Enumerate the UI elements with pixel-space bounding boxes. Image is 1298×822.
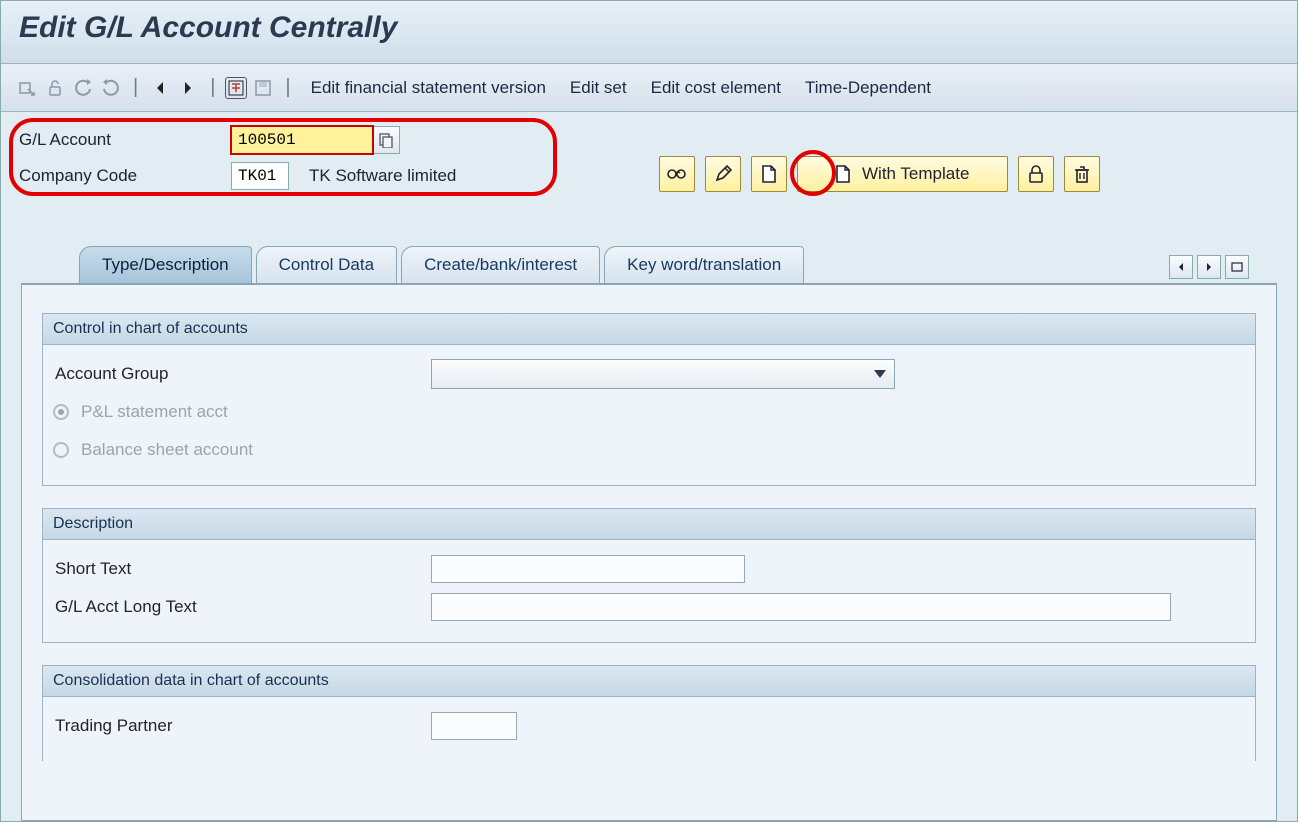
short-text-input[interactable] xyxy=(431,555,745,583)
delete-button[interactable] xyxy=(1064,156,1100,192)
with-template-label: With Template xyxy=(862,164,969,184)
tab-scroll-right[interactable] xyxy=(1197,255,1221,279)
undo-icon[interactable] xyxy=(71,76,95,100)
long-text-input[interactable] xyxy=(431,593,1171,621)
group-description: Description Short Text G/L Acct Long Tex… xyxy=(42,508,1256,643)
balance-sheet-label: Balance sheet account xyxy=(79,440,253,460)
pl-statement-label: P&L statement acct xyxy=(79,402,228,422)
change-button[interactable] xyxy=(705,156,741,192)
redo-icon[interactable] xyxy=(99,76,123,100)
display-button[interactable] xyxy=(659,156,695,192)
trading-partner-label: Trading Partner xyxy=(53,716,431,736)
gl-account-search-help[interactable] xyxy=(372,126,400,154)
balance-sheet-radio[interactable] xyxy=(53,442,69,458)
toolbar-separator: | xyxy=(204,76,221,99)
gl-account-input[interactable] xyxy=(231,126,373,154)
tab-create-bank-interest[interactable]: Create/bank/interest xyxy=(401,246,600,283)
toolbar-separator: | xyxy=(279,76,296,99)
gl-account-label: G/L Account xyxy=(19,130,231,150)
group-title-consolidation: Consolidation data in chart of accounts xyxy=(43,666,1255,697)
tab-control-data[interactable]: Control Data xyxy=(256,246,397,283)
group-control-chart: Control in chart of accounts Account Gro… xyxy=(42,313,1256,486)
titlebar: Edit G/L Account Centrally xyxy=(1,1,1297,64)
group-consolidation: Consolidation data in chart of accounts … xyxy=(42,665,1256,761)
long-text-label: G/L Acct Long Text xyxy=(53,597,431,617)
toolbar-separator: | xyxy=(127,76,144,99)
tab-nav xyxy=(1169,255,1249,283)
selection-variant-icon[interactable] xyxy=(225,77,247,99)
tab-strip: Type/Description Control Data Create/ban… xyxy=(1,218,1297,283)
toolbar-item-time-dependent[interactable]: Time-Dependent xyxy=(795,78,941,98)
other-object-icon[interactable] xyxy=(15,76,39,100)
account-group-select[interactable] xyxy=(431,359,895,389)
tab-type-description[interactable]: Type/Description xyxy=(79,246,252,283)
save-icon[interactable] xyxy=(251,76,275,100)
group-title-description: Description xyxy=(43,509,1255,540)
toolbar: | | | Edit financial statement version E… xyxy=(1,64,1297,112)
short-text-label: Short Text xyxy=(53,559,431,579)
tab-content: Control in chart of accounts Account Gro… xyxy=(21,283,1277,821)
create-button[interactable] xyxy=(751,156,787,192)
company-code-label: Company Code xyxy=(19,166,231,186)
next-icon[interactable] xyxy=(176,76,200,100)
group-title-control: Control in chart of accounts xyxy=(43,314,1255,345)
chevron-down-icon xyxy=(874,370,886,378)
app-window: Edit G/L Account Centrally | | | Edit fi… xyxy=(0,0,1298,822)
toolbar-item-edit-cost-element[interactable]: Edit cost element xyxy=(641,78,791,98)
lock-icon[interactable] xyxy=(43,76,67,100)
account-group-label: Account Group xyxy=(53,364,431,384)
document-icon xyxy=(836,165,850,183)
prev-icon[interactable] xyxy=(148,76,172,100)
company-name-display: TK Software limited xyxy=(309,166,456,186)
block-button[interactable] xyxy=(1018,156,1054,192)
header-area: G/L Account Company Code TK Software lim… xyxy=(1,112,1297,218)
pl-statement-radio[interactable] xyxy=(53,404,69,420)
toolbar-item-edit-financial-statement[interactable]: Edit financial statement version xyxy=(301,78,556,98)
trading-partner-input[interactable] xyxy=(431,712,517,740)
page-title: Edit G/L Account Centrally xyxy=(19,11,1279,45)
tab-keyword-translation[interactable]: Key word/translation xyxy=(604,246,804,283)
tab-scroll-left[interactable] xyxy=(1169,255,1193,279)
company-code-input[interactable] xyxy=(231,162,289,190)
action-button-row: With Template xyxy=(659,156,1100,192)
tab-list-icon[interactable] xyxy=(1225,255,1249,279)
with-template-button[interactable]: With Template xyxy=(797,156,1008,192)
toolbar-item-edit-set[interactable]: Edit set xyxy=(560,78,637,98)
